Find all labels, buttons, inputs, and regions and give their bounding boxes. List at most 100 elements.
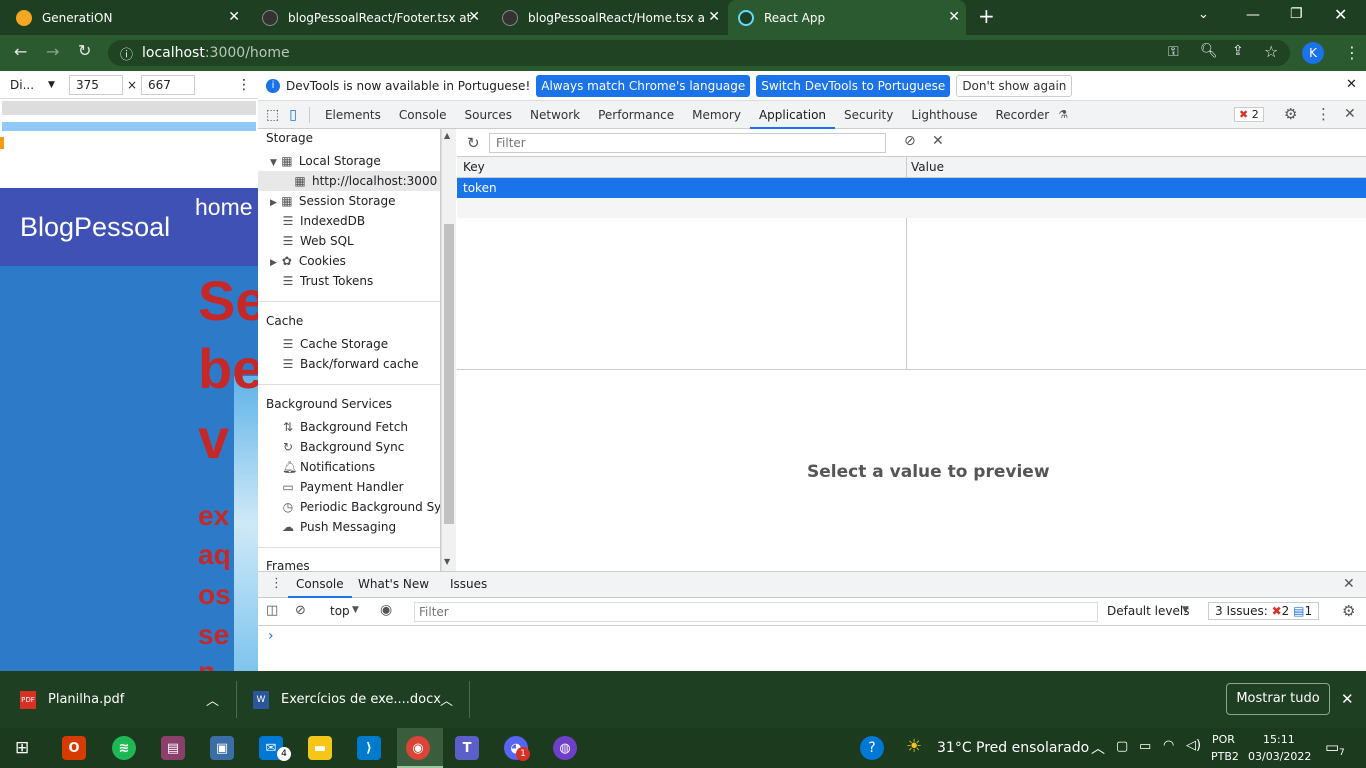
weather-description[interactable]: Pred ensolarado <box>976 740 1089 756</box>
chevron-down-icon[interactable]: ▼ <box>1182 605 1189 615</box>
tab-memory[interactable]: Memory <box>683 101 750 129</box>
scroll-down-icon[interactable]: ▼ <box>444 557 450 566</box>
tree-session-storage[interactable]: ▶ ▦ Session Storage <box>270 191 395 211</box>
minimize-icon[interactable]: — <box>1246 7 1260 23</box>
tree-background-fetch[interactable]: ⇅ Background Fetch <box>282 417 408 437</box>
wifi-icon[interactable]: ◠ <box>1163 738 1174 753</box>
tab-home-tsx[interactable]: blogPessoalReact/Home.tsx at 19 ✕ <box>486 0 726 35</box>
tree-websql[interactable]: ☰ Web SQL <box>282 231 354 251</box>
tree-periodic-sync[interactable]: ◷ Periodic Background Sync <box>282 497 440 517</box>
weather-temperature[interactable]: 31°C <box>937 740 972 756</box>
tab-security[interactable]: Security <box>835 101 902 129</box>
close-window-icon[interactable]: ✕ <box>1334 5 1347 24</box>
scroll-up-icon[interactable]: ▲ <box>444 131 450 140</box>
profile-avatar[interactable]: K <box>1302 42 1324 64</box>
reload-icon[interactable]: ↻ <box>78 41 91 60</box>
key-icon[interactable]: ⚿ <box>1168 44 1179 60</box>
office-app-icon[interactable]: O <box>62 736 86 760</box>
tab-generation[interactable]: GeneratiON ✕ <box>0 0 246 35</box>
close-drawer-icon[interactable]: ✕ <box>1343 576 1355 592</box>
download-item[interactable]: W Exercícios de exe....docx ︿ <box>237 671 469 728</box>
tree-indexeddb[interactable]: ☰ IndexedDB <box>282 211 366 231</box>
bookmark-star-icon[interactable]: ☆ <box>1264 42 1278 61</box>
tab-react-app[interactable]: React App ✕ <box>728 0 966 35</box>
chevron-up-icon[interactable]: ︿ <box>206 690 219 709</box>
drawer-tab-console[interactable]: Console <box>288 572 352 598</box>
delete-selected-icon[interactable]: ✕ <box>932 133 944 149</box>
issues-counter[interactable]: ✖ 2 <box>1234 107 1264 122</box>
chevron-down-icon[interactable]: ▼ <box>352 605 359 615</box>
clock-date[interactable]: 03/03/2022 <box>1248 750 1311 763</box>
brand-logo-text[interactable]: BlogPessoal <box>20 212 170 243</box>
zoom-icon[interactable]: 🔍︎ <box>1200 43 1218 59</box>
table-row[interactable]: token <box>457 178 1366 198</box>
tree-notifications[interactable]: 🔔︎ Notifications <box>282 457 375 477</box>
close-infobar-icon[interactable]: ✕ <box>1346 77 1357 92</box>
console-filter-input[interactable] <box>414 602 1098 622</box>
site-info-icon[interactable]: ⓘ <box>120 44 133 63</box>
width-input[interactable]: 375 <box>68 74 123 95</box>
winrar-app-icon[interactable]: ▤ <box>161 736 185 760</box>
switch-devtools-language-button[interactable]: Switch DevTools to Portuguese <box>756 74 951 97</box>
close-tab-icon[interactable]: ✕ <box>948 9 960 25</box>
new-tab-button[interactable]: + <box>978 4 995 28</box>
tab-console[interactable]: Console <box>390 101 456 129</box>
tab-search-icon[interactable]: ⌄ <box>1198 7 1209 22</box>
height-input[interactable]: 667 <box>141 74 196 95</box>
expand-arrow-icon[interactable]: ▼ <box>270 158 277 168</box>
weather-icon[interactable]: ☀ <box>906 736 922 757</box>
eye-icon[interactable]: ◉ <box>380 602 392 618</box>
teams-app-icon[interactable]: T <box>455 736 479 760</box>
tab-sources[interactable]: Sources <box>456 101 521 129</box>
file-explorer-app-icon[interactable]: ▬ <box>308 736 332 760</box>
spotify-app-icon[interactable]: ≋ <box>112 736 136 760</box>
console-issues-button[interactable]: 3 Issues: ✖2 ▤1 <box>1208 602 1320 620</box>
tree-background-sync[interactable]: ↻ Background Sync <box>282 437 404 457</box>
tree-push-messaging[interactable]: ☁ Push Messaging <box>282 517 396 537</box>
battery-icon[interactable]: ▭ <box>1139 739 1151 754</box>
tree-trust-tokens[interactable]: ☰ Trust Tokens <box>282 271 374 291</box>
filter-input[interactable] <box>489 133 886 153</box>
chrome-app-icon[interactable]: ◉ <box>406 736 430 760</box>
meet-now-icon[interactable]: ▢ <box>1116 739 1128 754</box>
console-settings-icon[interactable]: ⚙ <box>1342 602 1355 620</box>
nav-home-link[interactable]: home <box>195 194 253 221</box>
column-value[interactable]: Value <box>911 160 944 174</box>
download-item[interactable]: PDF Planilha.pdf ︿ <box>0 671 236 728</box>
close-devtools-icon[interactable]: ✕ <box>1344 106 1356 122</box>
clear-console-icon[interactable]: ⊘ <box>295 603 306 618</box>
remote-desktop-app-icon[interactable]: ▣ <box>210 736 234 760</box>
back-icon[interactable]: ← <box>14 42 27 61</box>
restore-icon[interactable]: ❐ <box>1290 6 1303 22</box>
device-toggle-icon[interactable]: ▯ <box>289 107 297 123</box>
expand-arrow-icon[interactable]: ▶ <box>270 198 277 208</box>
device-select[interactable]: Di... <box>10 78 34 92</box>
inspect-element-icon[interactable]: ⬚ <box>266 107 279 123</box>
tray-overflow-icon[interactable]: ︿ <box>1091 738 1105 758</box>
column-key[interactable]: Key <box>463 160 485 174</box>
language-secondary[interactable]: PTB2 <box>1211 750 1239 763</box>
settings-gear-icon[interactable]: ⚙ <box>1284 105 1297 123</box>
tree-local-storage[interactable]: ▼ ▦ Local Storage <box>270 151 381 171</box>
tree-cookies[interactable]: ▶ ✿ Cookies <box>270 251 346 271</box>
tab-footer-tsx[interactable]: blogPessoalReact/Footer.tsx at 1 ✕ <box>246 0 486 35</box>
show-all-downloads-button[interactable]: Mostrar tudo <box>1226 683 1330 715</box>
always-match-language-button[interactable]: Always match Chrome's language <box>536 74 751 97</box>
sidebar-toggle-icon[interactable]: ◫ <box>266 603 278 618</box>
tab-application[interactable]: Application <box>749 101 836 129</box>
chevron-down-icon[interactable]: ▼ <box>48 80 55 90</box>
share-icon[interactable]: ⇪ <box>1232 43 1244 59</box>
forward-icon[interactable]: → <box>46 42 59 61</box>
scrollbar-thumb[interactable] <box>444 224 454 524</box>
context-select[interactable]: top <box>330 604 350 618</box>
vscode-app-icon[interactable]: ⟩ <box>357 736 381 760</box>
tree-payment-handler[interactable]: ▭ Payment Handler <box>282 477 403 497</box>
device-menu-icon[interactable]: ⋮ <box>237 77 251 93</box>
tab-network[interactable]: Network <box>521 101 589 129</box>
tab-lighthouse[interactable]: Lighthouse <box>902 101 986 129</box>
expand-arrow-icon[interactable]: ▶ <box>270 258 277 268</box>
clock-time[interactable]: 15:11 <box>1263 733 1295 746</box>
clear-all-icon[interactable]: ⊘ <box>904 133 916 149</box>
help-icon[interactable]: ? <box>860 736 884 760</box>
github-desktop-app-icon[interactable]: ◍ <box>553 736 577 760</box>
